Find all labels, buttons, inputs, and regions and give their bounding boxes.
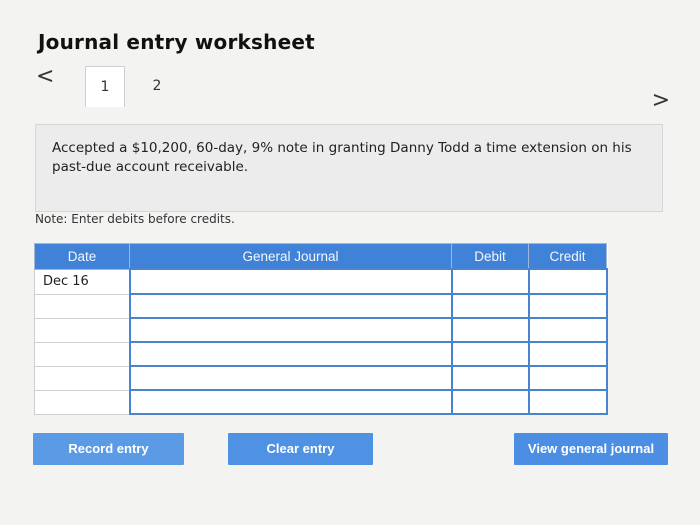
record-entry-button[interactable]: Record entry — [33, 433, 184, 465]
tab-step-1[interactable]: 1 — [85, 66, 125, 107]
account-input[interactable] — [128, 389, 453, 415]
table-row — [34, 341, 608, 367]
page-title: Journal entry worksheet — [38, 30, 315, 54]
question-text: Accepted a $10,200, 60-day, 9% note in g… — [52, 140, 632, 175]
date-cell — [34, 389, 130, 415]
account-input[interactable] — [128, 268, 453, 295]
credit-input[interactable] — [527, 268, 608, 295]
credit-input[interactable] — [527, 365, 608, 391]
chevron-left-icon[interactable]: < — [36, 66, 54, 88]
table-header-row: Date General Journal Debit Credit — [34, 243, 607, 270]
date-cell — [34, 365, 130, 391]
debit-input[interactable] — [450, 365, 530, 391]
date-cell — [34, 317, 130, 343]
column-header-credit: Credit — [528, 243, 607, 270]
date-cell — [34, 293, 130, 319]
instruction-note: Note: Enter debits before credits. — [35, 212, 235, 226]
column-header-general-journal: General Journal — [129, 243, 452, 270]
account-input[interactable] — [128, 317, 453, 343]
credit-input[interactable] — [527, 317, 608, 343]
column-header-date: Date — [34, 243, 130, 270]
debit-input[interactable] — [450, 317, 530, 343]
table-row — [34, 389, 608, 415]
account-input[interactable] — [128, 293, 453, 319]
clear-entry-button[interactable]: Clear entry — [228, 433, 373, 465]
chevron-right-icon[interactable]: > — [652, 90, 670, 112]
debit-input[interactable] — [450, 389, 530, 415]
column-header-debit: Debit — [451, 243, 529, 270]
account-input[interactable] — [128, 365, 453, 391]
table-row — [34, 293, 608, 319]
table-row — [34, 365, 608, 391]
credit-input[interactable] — [527, 293, 608, 319]
table-row — [34, 317, 608, 343]
journal-table: Date General Journal Debit Credit Dec 16 — [34, 243, 608, 415]
date-cell — [34, 341, 130, 367]
debit-input[interactable] — [450, 341, 530, 367]
debit-input[interactable] — [450, 293, 530, 319]
account-input[interactable] — [128, 341, 453, 367]
view-general-journal-button[interactable]: View general journal — [514, 433, 668, 465]
credit-input[interactable] — [527, 389, 608, 415]
tab-step-2[interactable]: 2 — [138, 66, 176, 106]
credit-input[interactable] — [527, 341, 608, 367]
table-row: Dec 16 — [34, 268, 608, 295]
date-cell: Dec 16 — [34, 268, 130, 295]
debit-input[interactable] — [450, 268, 530, 295]
question-box: Accepted a $10,200, 60-day, 9% note in g… — [35, 124, 663, 212]
